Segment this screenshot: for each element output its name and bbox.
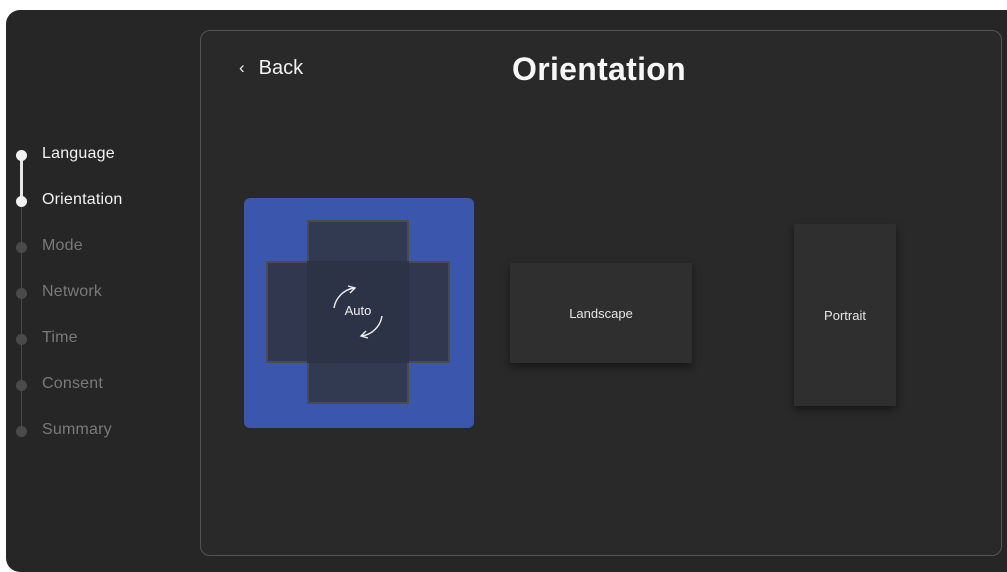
setup-stepper: Language Orientation Mode Network Time C… (6, 140, 196, 460)
option-label-auto: Auto (344, 303, 372, 318)
step-network: Network (6, 281, 196, 305)
step-dot-current (16, 196, 27, 207)
option-label-portrait: Portrait (824, 307, 866, 323)
step-dot-pending (16, 242, 27, 253)
page-title-container: Orientation (201, 51, 1001, 88)
orientation-option-landscape[interactable]: Landscape (510, 263, 692, 363)
step-summary: Summary (6, 419, 196, 443)
step-label: Network (42, 283, 103, 300)
step-label: Time (42, 329, 78, 346)
step-dot-done (16, 150, 27, 161)
step-label: Orientation (42, 191, 123, 208)
page-title: Orientation (512, 51, 686, 87)
step-dot-pending (16, 380, 27, 391)
orientation-option-portrait[interactable]: Portrait (794, 224, 896, 406)
step-consent: Consent (6, 373, 196, 397)
step-dot-pending (16, 288, 27, 299)
step-label: Consent (42, 375, 103, 392)
orientation-panel: ‹ Back Orientation Auto Landscape Portra (200, 30, 1002, 556)
setup-window: Language Orientation Mode Network Time C… (6, 10, 1007, 572)
step-label: Mode (42, 237, 83, 254)
step-label: Summary (42, 421, 112, 438)
step-orientation[interactable]: Orientation (6, 189, 196, 213)
step-mode: Mode (6, 235, 196, 259)
step-dot-pending (16, 334, 27, 345)
step-dot-pending (16, 426, 27, 437)
orientation-option-auto[interactable]: Auto (244, 198, 474, 428)
step-time: Time (6, 327, 196, 351)
step-label: Language (42, 145, 115, 162)
option-label-landscape: Landscape (569, 305, 633, 321)
step-language[interactable]: Language (6, 143, 196, 167)
